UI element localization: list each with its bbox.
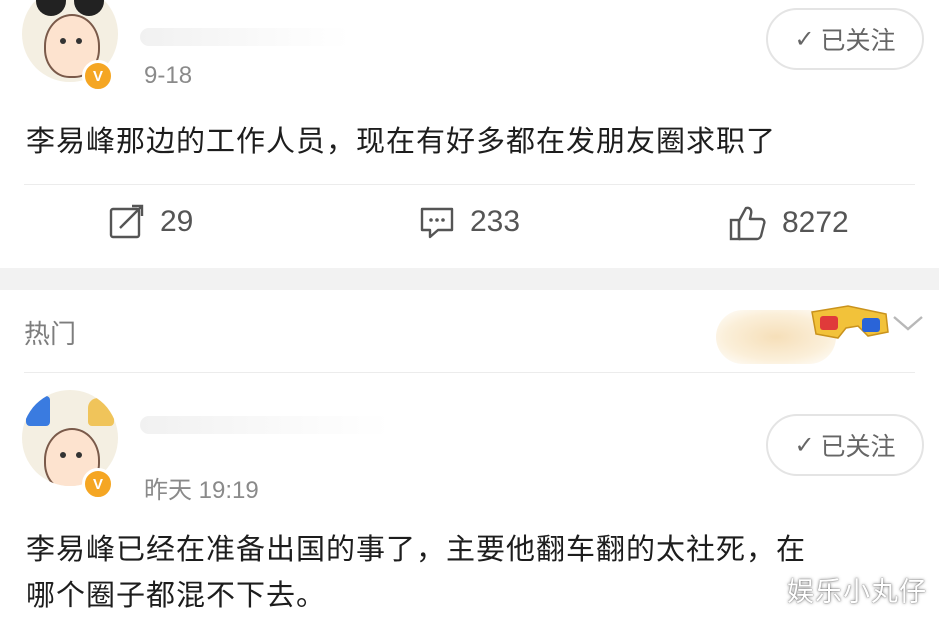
divider (24, 184, 915, 185)
post-date: 昨天 19:19 (144, 477, 259, 504)
like-count: 8272 (782, 206, 849, 239)
repost-icon (109, 204, 144, 239)
3d-glasses-sticker (716, 298, 894, 366)
thumbs-up-icon (729, 206, 766, 241)
3d-glasses-icon (811, 305, 889, 339)
comment-icon (420, 207, 454, 239)
follow-button-label: 已关注 (820, 26, 896, 55)
post-content: 李易峰那边的工作人员，现在有好多都在发朋友圈求职了 (26, 124, 777, 158)
drink-cup (26, 396, 50, 426)
post-content-line-2: 哪个圈子都混不下去。 (26, 578, 327, 612)
check-icon: ✓ (794, 431, 815, 459)
post-content-line-1: 李易峰已经在准备出国的事了，主要他翻车翻的太社死，在 (26, 532, 807, 566)
comment-button[interactable]: 233 (418, 204, 520, 240)
mouse-ear-left (36, 0, 66, 16)
post-date: 9-18 (144, 62, 193, 89)
follow-button-label: 已关注 (820, 432, 896, 461)
repost-count: 29 (160, 205, 194, 238)
like-button[interactable]: 8272 (728, 204, 849, 242)
post-content: 李易峰已经在准备出国的事了，主要他翻车翻的太社死，在 哪个圈子都混不下去。 (26, 526, 806, 618)
weibo-post-1: V 9-18 ✓ 已关注 李易峰那边的工作人员，现在有好多都在发朋友圈求职了 2… (0, 0, 939, 268)
comment-count: 233 (470, 205, 521, 238)
follow-button[interactable]: ✓ 已关注 (766, 8, 924, 70)
blurred-username[interactable] (140, 28, 350, 46)
mouse-ear-right (74, 0, 104, 16)
section-separator (0, 268, 939, 290)
repost-button[interactable]: 29 (108, 204, 193, 240)
watermark: 娱乐小丸仔 (787, 577, 927, 608)
action-bar: 29 233 8272 (0, 196, 939, 256)
blurred-username[interactable] (140, 416, 390, 434)
popcorn-box (88, 398, 114, 426)
verified-badge-icon: V (82, 60, 114, 92)
hot-tab-label[interactable]: 热门 (24, 314, 76, 351)
follow-button[interactable]: ✓ 已关注 (766, 414, 924, 476)
check-icon: ✓ (794, 25, 815, 53)
chevron-down-icon[interactable] (891, 312, 925, 334)
verified-badge-icon: V (82, 468, 114, 500)
hot-section-header: 热门 (0, 290, 939, 370)
